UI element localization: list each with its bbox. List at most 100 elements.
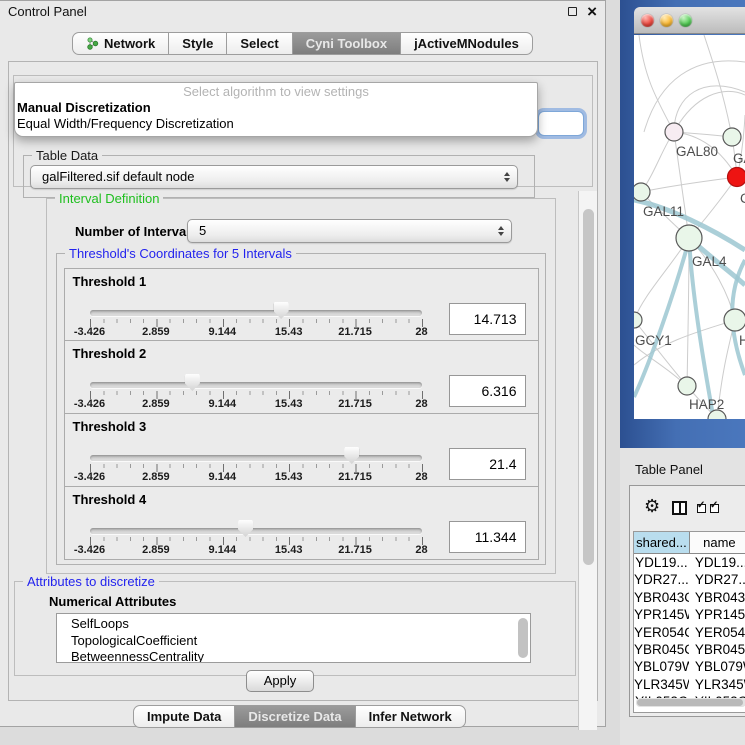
table-header-row: shared... name [634, 532, 745, 554]
table-panel-title: Table Panel [635, 462, 703, 477]
threshold-3-value-field[interactable]: 21.4 [449, 448, 526, 480]
tick-label: 21.715 [338, 544, 372, 556]
checkbox-icon[interactable] [697, 504, 706, 513]
table-row[interactable]: YDL19...YDL19... [634, 554, 745, 571]
network-edge[interactable] [641, 177, 737, 192]
network-edge[interactable] [634, 238, 689, 320]
table-scrollbar-thumb[interactable] [637, 699, 743, 706]
settings-scrollbar-thumb[interactable] [583, 209, 594, 565]
network-node[interactable] [678, 377, 696, 395]
attribute-list-item[interactable]: BetweennessCentrality [71, 649, 530, 663]
tick-label: 28 [415, 326, 427, 338]
tab-jactivemnodules[interactable]: jActiveMNodules [400, 32, 533, 55]
network-edge[interactable] [674, 91, 745, 132]
apply-button[interactable]: Apply [246, 670, 314, 692]
threshold-2-slider-thumb[interactable] [185, 374, 200, 391]
tick-label: 15.43 [275, 471, 303, 483]
network-node[interactable] [728, 168, 745, 187]
algorithm-combobox[interactable] [538, 111, 584, 136]
network-node[interactable] [665, 123, 683, 141]
network-node-label: GAL80 [676, 144, 718, 159]
threshold-1-slider-thumb[interactable] [274, 302, 289, 319]
network-edge[interactable] [644, 61, 745, 132]
table-data-combobox[interactable]: galFiltered.sif default node [30, 165, 518, 189]
tab-discretize-data[interactable]: Discretize Data [234, 705, 355, 728]
threshold-2-value-field[interactable]: 6.316 [449, 375, 526, 407]
threshold-1-value-field[interactable]: 14.713 [449, 303, 526, 335]
tick-label: -3.426 [74, 471, 105, 483]
slider-tick-labels: -3.4262.8599.14415.4321.71528 [90, 326, 422, 340]
bottom-tab-bar: Impute Data Discretize Data Infer Networ… [133, 705, 466, 728]
tick-label: -3.426 [74, 398, 105, 410]
network-window-titlebar [634, 7, 745, 34]
table-row[interactable]: YBR043CYBR043C [634, 589, 745, 606]
tick-label: 9.144 [209, 326, 237, 338]
network-edge[interactable] [641, 132, 674, 192]
threshold-1-panel: Threshold 1 -3.4262.8599.14415.4321.7152… [64, 268, 539, 341]
table-row[interactable]: YDR27...YDR27... [634, 571, 745, 588]
threshold-1-label: Threshold 1 [73, 274, 147, 289]
network-node[interactable] [724, 309, 745, 331]
threshold-2-slider-track[interactable] [90, 382, 422, 388]
table-data-title: Table Data [32, 148, 102, 163]
top-tab-bar: Network Style Select Cyni Toolbox jActiv… [72, 32, 533, 55]
table-row[interactable]: YER054CYER054C [634, 624, 745, 641]
tab-select[interactable]: Select [226, 32, 292, 55]
network-node-label: C [740, 191, 745, 206]
network-canvas-area[interactable]: GAL80GACGAL11GAL4GCY1HHAP2 [634, 35, 745, 419]
tick-label: 2.859 [142, 398, 170, 410]
tick-label: 15.43 [275, 326, 303, 338]
close-icon[interactable]: × [587, 1, 597, 23]
threshold-3-slider-track[interactable] [90, 455, 422, 461]
algorithm-option-equal-width[interactable]: Equal Width/Frequency Discretization [15, 116, 537, 132]
attributes-list-scrollbar[interactable] [518, 618, 528, 658]
attribute-list-item[interactable]: SelfLoops [71, 616, 530, 633]
table-row[interactable]: YBR045CYBR045C [634, 641, 745, 658]
network-node-label: GAL11 [643, 204, 684, 219]
algorithm-option-manual[interactable]: Manual Discretization [15, 100, 537, 116]
columns-icon[interactable] [672, 501, 687, 515]
threshold-3-slider-thumb[interactable] [344, 447, 359, 464]
tick-label: 9.144 [209, 471, 237, 483]
table-row[interactable]: YPR145WYPR145W [634, 606, 745, 623]
slider-tick-labels: -3.4262.8599.14415.4321.71528 [90, 544, 422, 558]
column-header-name[interactable]: name [690, 532, 745, 554]
minimize-traffic-light-icon[interactable] [660, 14, 673, 27]
network-edge[interactable] [639, 35, 674, 132]
tick-label: 28 [415, 544, 427, 556]
number-of-intervals-combobox[interactable]: 5 [187, 219, 512, 243]
network-node[interactable] [634, 183, 650, 201]
tab-impute-data[interactable]: Impute Data [133, 705, 235, 728]
attributes-group-title: Attributes to discretize [23, 574, 159, 589]
network-edge[interactable] [674, 86, 745, 132]
threshold-4-slider-thumb[interactable] [238, 520, 253, 537]
column-header-shared-name[interactable]: shared... [634, 532, 690, 554]
float-window-icon[interactable] [568, 7, 577, 16]
tick-label: 21.715 [338, 471, 372, 483]
threshold-4-slider-track[interactable] [90, 528, 422, 534]
attribute-list-item[interactable]: TopologicalCoefficient [71, 633, 530, 650]
table-row[interactable]: YBL079WYBL079W [634, 658, 745, 675]
checkbox-icon[interactable] [710, 504, 719, 513]
algorithm-popup-hint: Select algorithm to view settings [15, 83, 537, 100]
tab-network[interactable]: Network [72, 32, 169, 55]
tick-label: 15.43 [275, 398, 303, 410]
network-node[interactable] [634, 312, 642, 328]
threshold-4-label: Threshold 4 [73, 492, 147, 507]
close-traffic-light-icon[interactable] [641, 14, 654, 27]
network-node[interactable] [676, 225, 702, 251]
threshold-1-slider-track[interactable] [90, 310, 422, 316]
gear-icon[interactable]: ⚙ [644, 497, 660, 515]
tab-cyni-toolbox[interactable]: Cyni Toolbox [292, 32, 401, 55]
control-panel-titlebar: Control Panel × [0, 1, 605, 23]
network-icon [86, 37, 99, 50]
tick-label: 28 [415, 471, 427, 483]
zoom-traffic-light-icon[interactable] [679, 14, 692, 27]
tab-style[interactable]: Style [168, 32, 227, 55]
network-node[interactable] [723, 128, 741, 146]
network-view-window: GAL80GACGAL11GAL4GCY1HHAP2 [620, 0, 745, 448]
threshold-4-value-field[interactable]: 11.344 [449, 521, 526, 553]
table-row[interactable]: YLR345WYLR345W [634, 676, 745, 693]
numerical-attributes-label: Numerical Attributes [49, 594, 176, 609]
tab-infer-network[interactable]: Infer Network [355, 705, 466, 728]
